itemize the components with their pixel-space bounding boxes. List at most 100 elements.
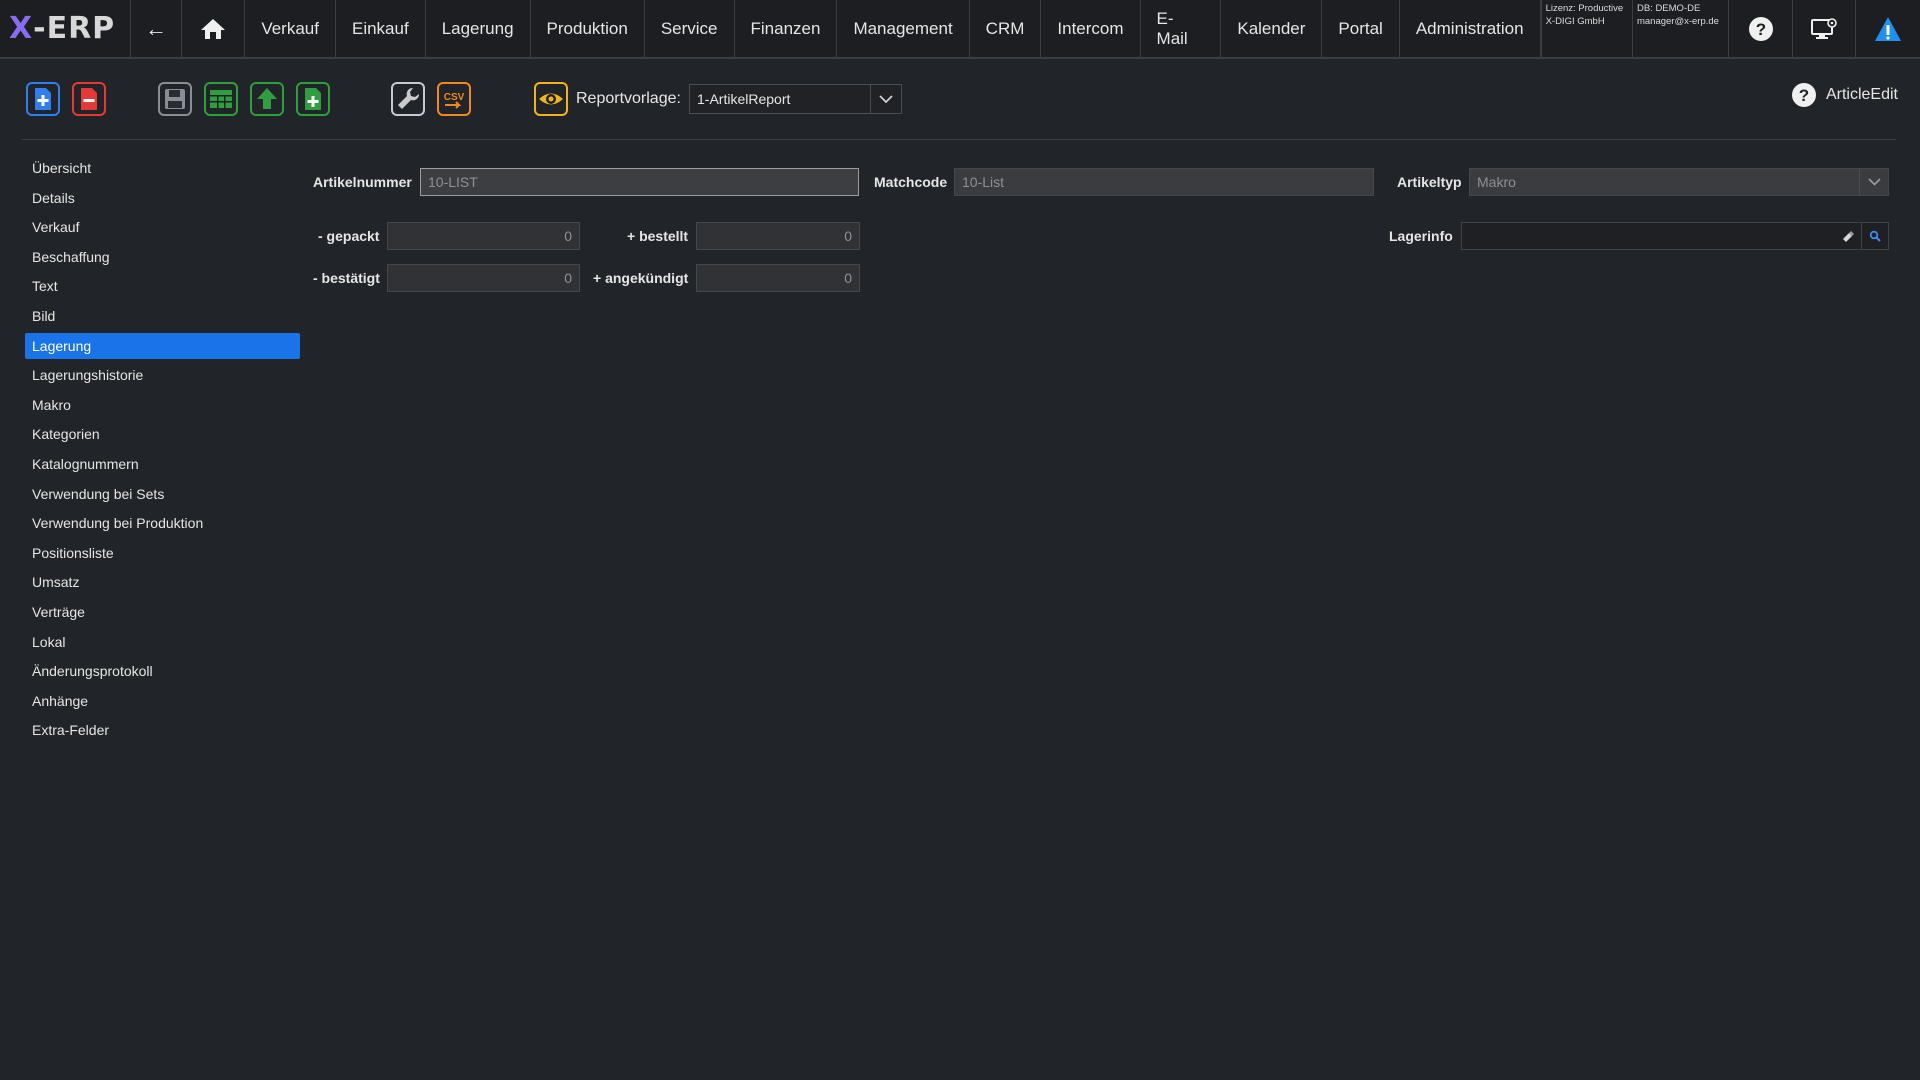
logo-x: X xyxy=(9,11,34,46)
sidebar-item-positionsliste[interactable]: Positionsliste xyxy=(25,540,300,566)
csv-export-button[interactable]: CSV xyxy=(437,82,471,116)
remote-screen-button[interactable] xyxy=(1793,0,1857,57)
sidebar-item-text[interactable]: Text xyxy=(25,273,300,299)
upload-arrow-icon xyxy=(250,82,284,116)
new-document-icon xyxy=(26,82,60,116)
sidebar-item-verkauf[interactable]: Verkauf xyxy=(25,214,300,240)
monitor-settings-icon xyxy=(1811,17,1837,39)
new-article-button[interactable] xyxy=(26,82,60,116)
gepackt-field: 0 xyxy=(387,222,580,250)
page-title: ArticleEdit xyxy=(1825,86,1898,103)
bestaetigt-value: 0 xyxy=(564,270,572,286)
svg-text:?: ? xyxy=(1755,20,1765,39)
home-button[interactable] xyxy=(182,0,246,57)
sidebar-item-lagerung[interactable]: Lagerung xyxy=(25,332,300,359)
sidebar-item-verwendung-produktion[interactable]: Verwendung bei Produktion xyxy=(25,510,300,536)
table-view-button[interactable] xyxy=(204,82,238,116)
sidebar-item-beschaffung[interactable]: Beschaffung xyxy=(25,244,300,270)
matchcode-label: Matchcode xyxy=(874,174,948,190)
article-sections-sidebar: Übersicht Details Verkauf Beschaffung Te… xyxy=(25,155,300,747)
eraser-icon[interactable] xyxy=(1835,223,1861,249)
top-navigation-bar: X -ERP ← Verkauf Einkauf Lagerung Produkt… xyxy=(0,0,1920,59)
save-button[interactable] xyxy=(158,82,192,116)
license-line1: Lizenz: Productive xyxy=(1545,3,1624,14)
sidebar-item-aenderungsprotokoll[interactable]: Änderungsprotokoll xyxy=(25,658,300,684)
tools-button[interactable] xyxy=(391,82,425,116)
eye-icon xyxy=(534,82,568,116)
delete-article-button[interactable] xyxy=(72,82,106,116)
csv-export-icon: CSV xyxy=(437,82,471,116)
upload-button[interactable] xyxy=(250,82,284,116)
angekuendigt-label: + angekündigt xyxy=(593,270,689,286)
artikelnummer-label: Artikelnummer xyxy=(313,174,412,190)
nav-kalender[interactable]: Kalender xyxy=(1221,0,1323,57)
article-edit-help[interactable]: ? ArticleEdit xyxy=(1791,82,1898,108)
logo-text: -ERP xyxy=(33,11,116,46)
lagerinfo-field[interactable] xyxy=(1461,222,1889,250)
nav-administration[interactable]: Administration xyxy=(1400,0,1541,57)
sidebar-item-extra-felder[interactable]: Extra-Felder xyxy=(25,717,300,743)
sidebar-item-uebersicht[interactable]: Übersicht xyxy=(25,155,300,181)
action-toolbar xyxy=(0,58,1920,138)
nav-email[interactable]: E-Mail xyxy=(1141,0,1222,57)
nav-service[interactable]: Service xyxy=(645,0,735,57)
artikeltyp-select[interactable]: Makro xyxy=(1469,168,1889,196)
sidebar-item-anhaenge[interactable]: Anhänge xyxy=(25,688,300,714)
bestellt-field: 0 xyxy=(696,222,860,250)
delete-document-icon xyxy=(72,82,106,116)
chevron-down-icon xyxy=(1859,169,1888,195)
report-template-select[interactable]: 1-ArtikelReport xyxy=(689,84,902,114)
add-document-icon xyxy=(296,82,330,116)
database-info: DB: DEMO-DE manager@x-erp.de xyxy=(1633,0,1730,57)
preview-report-button[interactable] xyxy=(534,82,568,116)
angekuendigt-value: 0 xyxy=(844,270,852,286)
license-info: Lizenz: Productive X-DIGI GmbH xyxy=(1542,0,1633,57)
nav-finanzen[interactable]: Finanzen xyxy=(735,0,838,57)
sidebar-item-kategorien[interactable]: Kategorien xyxy=(25,421,300,447)
matchcode-field[interactable]: 10-List xyxy=(954,168,1374,196)
artikelnummer-field[interactable]: 10-LIST xyxy=(420,168,859,196)
db-line2: manager@x-erp.de xyxy=(1636,16,1719,27)
bestaetigt-field: 0 xyxy=(387,264,580,292)
bestellt-label: + bestellt xyxy=(627,228,689,244)
svg-text:?: ? xyxy=(1799,86,1809,105)
sidebar-item-lokal[interactable]: Lokal xyxy=(25,629,300,655)
sidebar-item-vertraege[interactable]: Verträge xyxy=(25,599,300,625)
report-template-value: 1-ArtikelReport xyxy=(697,91,791,107)
help-button[interactable]: ? xyxy=(1729,0,1793,57)
sidebar-item-umsatz[interactable]: Umsatz xyxy=(25,569,300,595)
back-button[interactable]: ← xyxy=(130,0,182,57)
save-disk-icon xyxy=(158,82,192,116)
add-document-button[interactable] xyxy=(296,82,330,116)
nav-produktion[interactable]: Produktion xyxy=(531,0,645,57)
sidebar-item-details[interactable]: Details xyxy=(25,185,300,211)
sidebar-item-bild[interactable]: Bild xyxy=(25,303,300,329)
gepackt-value: 0 xyxy=(564,228,572,244)
nav-portal[interactable]: Portal xyxy=(1322,0,1400,57)
db-line1: DB: DEMO-DE xyxy=(1636,3,1701,14)
artikelnummer-value: 10-LIST xyxy=(428,174,478,190)
bestellt-value: 0 xyxy=(844,228,852,244)
sidebar-item-katalognummern[interactable]: Katalognummern xyxy=(25,451,300,477)
home-icon xyxy=(201,18,226,39)
app-logo[interactable]: X -ERP xyxy=(0,0,130,57)
table-icon xyxy=(204,82,238,116)
info-button[interactable] xyxy=(1856,0,1920,57)
nav-verkauf[interactable]: Verkauf xyxy=(245,0,336,57)
nav-einkauf[interactable]: Einkauf xyxy=(336,0,426,57)
sidebar-item-lagerungshistorie[interactable]: Lagerungshistorie xyxy=(25,362,300,388)
search-icon[interactable] xyxy=(1861,223,1888,249)
chevron-down-icon xyxy=(870,85,901,113)
artikeltyp-value: Makro xyxy=(1477,174,1516,190)
nav-lagerung[interactable]: Lagerung xyxy=(426,0,531,57)
help-icon: ? xyxy=(1748,16,1773,41)
info-triangle-icon xyxy=(1875,16,1902,41)
sidebar-item-makro[interactable]: Makro xyxy=(25,392,300,418)
svg-text:CSV: CSV xyxy=(444,92,465,103)
sidebar-item-verwendung-sets[interactable]: Verwendung bei Sets xyxy=(25,481,300,507)
matchcode-value: 10-List xyxy=(962,174,1005,190)
bestaetigt-label: - bestätigt xyxy=(313,270,380,286)
nav-management[interactable]: Management xyxy=(837,0,970,57)
nav-crm[interactable]: CRM xyxy=(970,0,1042,57)
nav-intercom[interactable]: Intercom xyxy=(1041,0,1141,57)
